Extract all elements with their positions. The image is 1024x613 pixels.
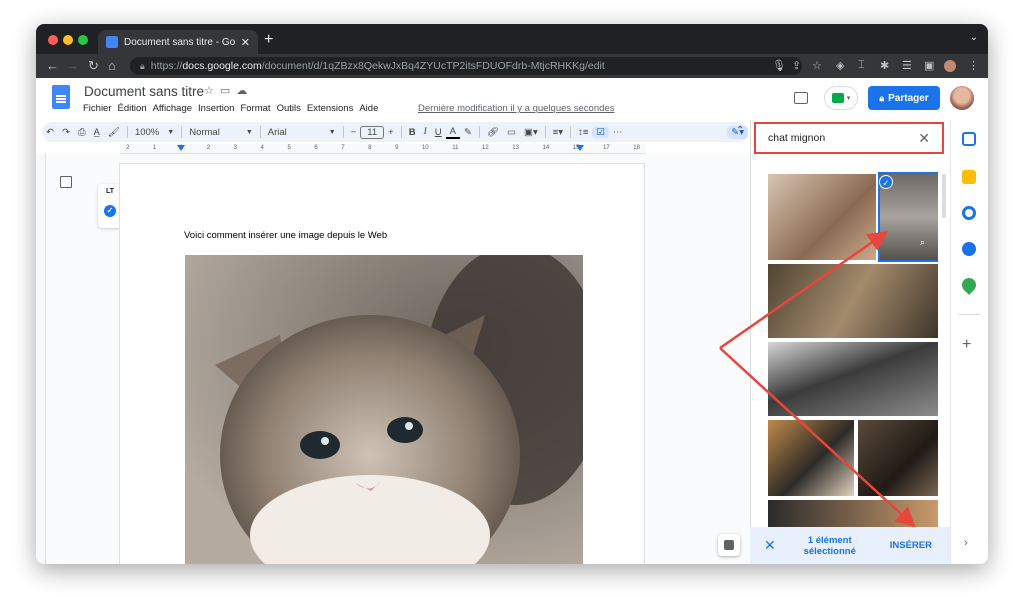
annotation-arrows [719, 231, 916, 528]
arrow-to-selected-image [719, 231, 889, 350]
browser-window: Document sans titre - Google Docs ✕ + ⌄ … [36, 24, 988, 564]
arrow-to-insert-button [719, 347, 916, 528]
